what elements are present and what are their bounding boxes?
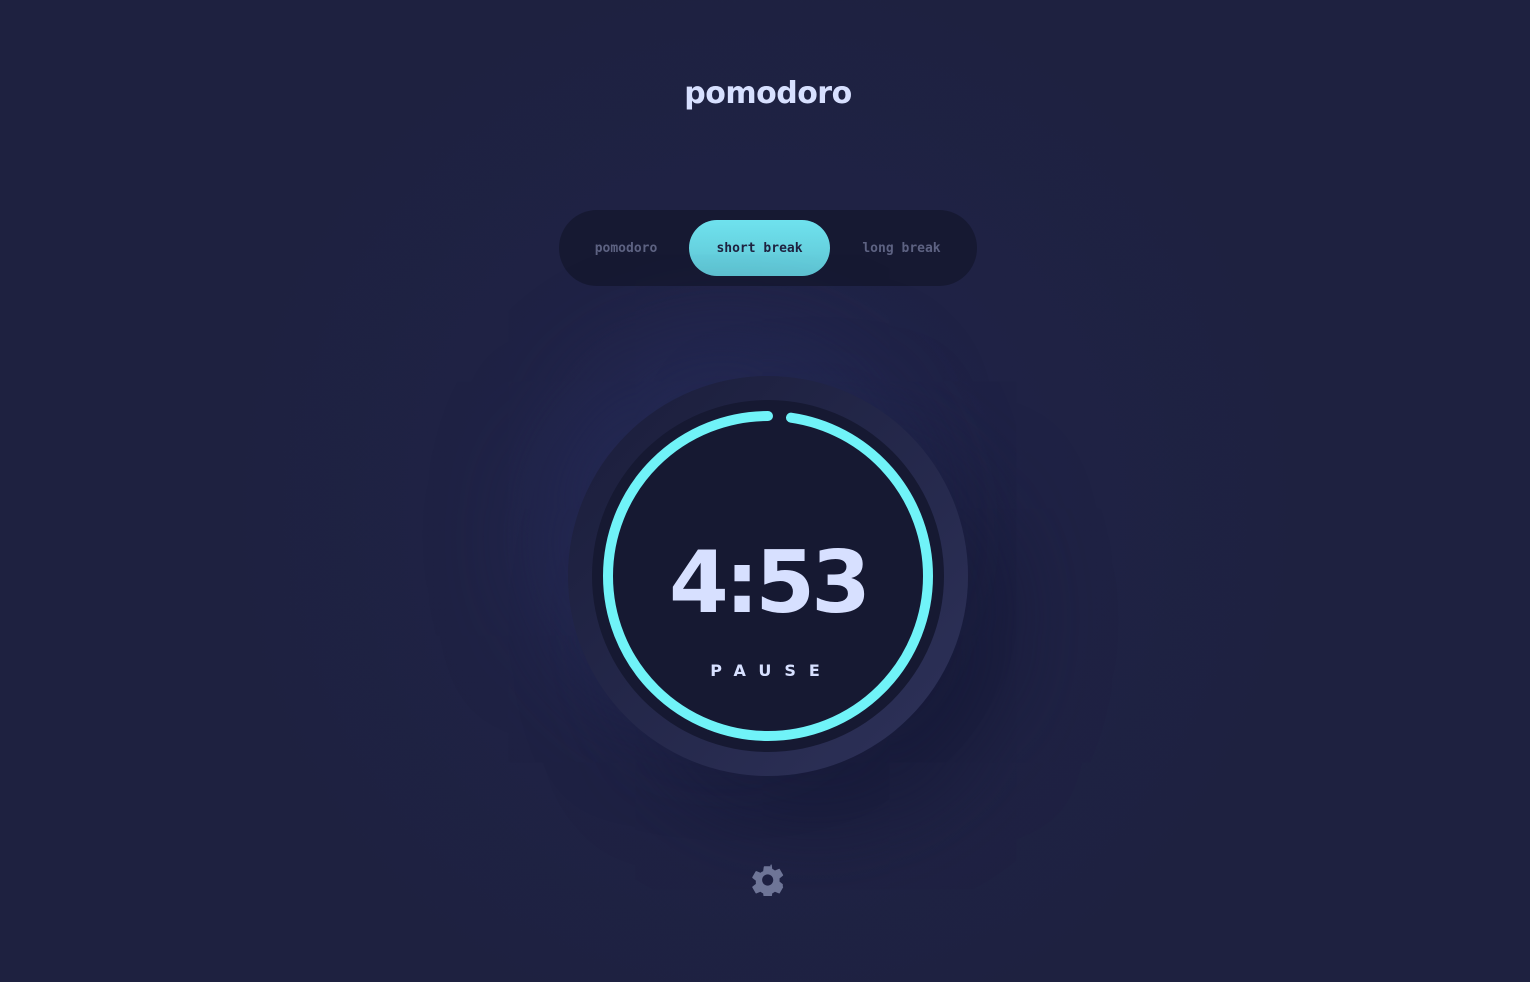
- app-title: pomodoro: [684, 76, 852, 111]
- gear-icon: [752, 864, 784, 899]
- tab-long-break[interactable]: long break: [836, 220, 967, 276]
- tab-short-break[interactable]: short break: [689, 220, 830, 276]
- timer-face[interactable]: 4:53 PAUSE: [592, 400, 944, 752]
- mode-switch: pomodoro short break long break: [559, 210, 977, 286]
- tab-pomodoro[interactable]: pomodoro: [569, 220, 683, 276]
- pause-button[interactable]: PAUSE: [592, 660, 944, 681]
- timer-time: 4:53: [669, 533, 871, 633]
- timer-dial: 4:53 PAUSE: [568, 376, 968, 776]
- settings-button[interactable]: [752, 864, 784, 899]
